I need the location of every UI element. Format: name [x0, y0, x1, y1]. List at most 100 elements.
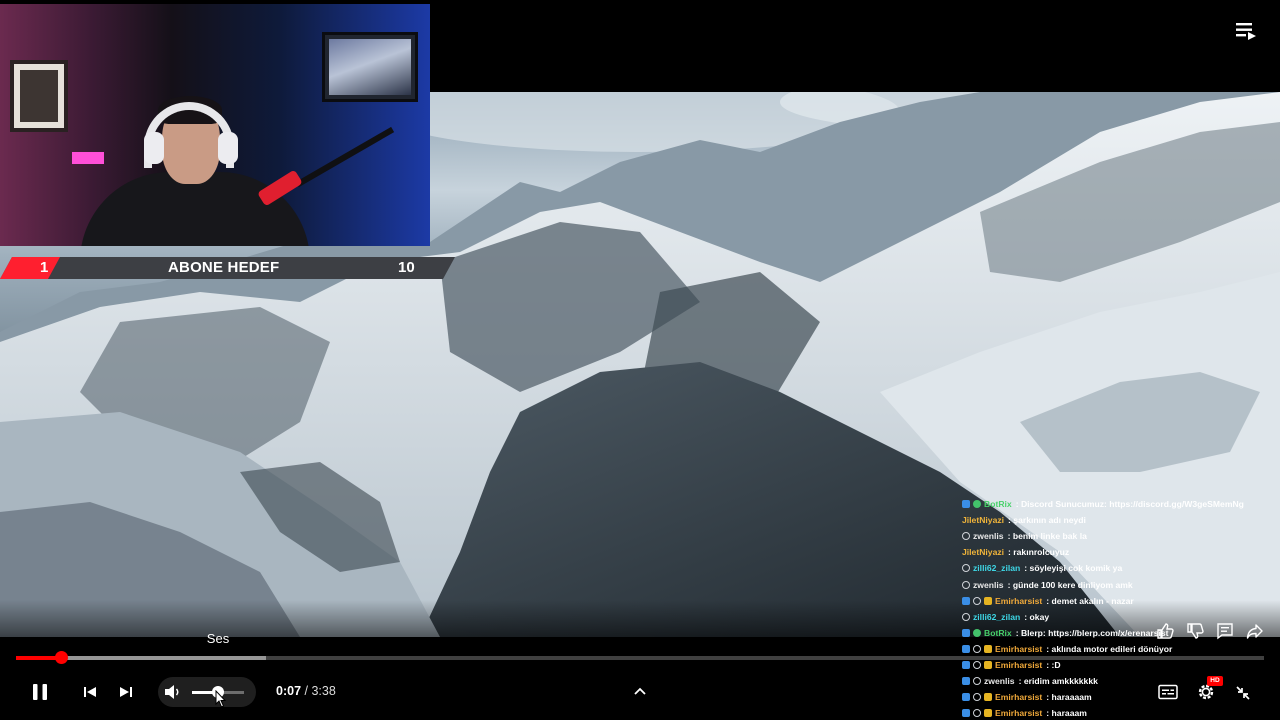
next-button[interactable] — [116, 680, 136, 704]
blue-badge-icon — [962, 709, 970, 718]
chat-text: : :D — [1046, 659, 1061, 670]
time-separator: / — [301, 684, 312, 698]
frame-photo — [20, 70, 58, 122]
chat-username[interactable]: zilli62_zilan — [973, 612, 1020, 622]
gold-badge-icon — [984, 644, 992, 653]
headphone-right-cup — [218, 132, 238, 164]
chat-text: : günde 100 kere dinliyom amk — [1007, 579, 1133, 590]
ring-badge-icon — [962, 532, 970, 541]
chat-overlay: BotRix: Discord Sunucumuz: https://disco… — [962, 496, 1272, 720]
ring-badge-icon — [962, 612, 970, 621]
chat-message: Emirharsist : aklında motor edileri dönüy… — [962, 641, 1272, 657]
dislike-icon[interactable] — [1186, 622, 1204, 640]
goal-current: 1 — [40, 259, 49, 276]
chat-username[interactable]: JiletNiyazi — [962, 547, 1004, 557]
video-player[interactable]: 1 ABONE HEDEF 10 BotRix: Discord Sunucum… — [0, 0, 1280, 720]
chat-username[interactable]: Emirharsist — [995, 692, 1042, 702]
webcam-overlay — [0, 4, 430, 246]
chat-message: zwenlis: benim linke bak la — [962, 528, 1272, 544]
chat-username[interactable]: zwenlis — [973, 531, 1004, 541]
playlist-icon — [1236, 23, 1256, 40]
comment-icon[interactable] — [1216, 622, 1234, 640]
ring-badge-icon — [962, 580, 970, 589]
chat-username[interactable]: zwenlis — [984, 676, 1015, 686]
pause-icon — [33, 684, 47, 700]
chat-username[interactable]: Emirharsist — [995, 660, 1042, 670]
blue-badge-icon — [962, 644, 970, 653]
chapters-button[interactable] — [632, 684, 648, 698]
progress-bar[interactable] — [16, 651, 1264, 664]
chat-username[interactable]: Emirharsist — [995, 644, 1042, 654]
chat-message: Emirharsist : demet akalın - nazar — [962, 593, 1272, 609]
gold-badge-icon — [984, 709, 992, 718]
tv-screen — [329, 39, 411, 95]
chat-text: : aklında motor edileri dönüyor — [1046, 643, 1173, 654]
green-badge-icon — [973, 628, 981, 637]
like-icon[interactable] — [1156, 622, 1174, 640]
ring-badge-icon — [973, 677, 981, 686]
captions-icon — [1158, 684, 1178, 700]
chat-username[interactable]: BotRix — [984, 628, 1012, 638]
chat-username[interactable]: BotRix — [984, 499, 1012, 509]
chat-message: BotRix: Discord Sunucumuz: https://disco… — [962, 496, 1272, 512]
time-display: 0:07 / 3:38 — [276, 684, 336, 698]
chat-text: : şarkının adı neydi — [1008, 515, 1086, 526]
chat-message: zwenlis: eridim amkkkkkkk — [962, 673, 1272, 689]
previous-icon — [84, 687, 96, 697]
chat-username[interactable]: JiletNiyazi — [962, 515, 1004, 525]
blue-badge-icon — [962, 693, 970, 702]
chat-message: JiletNiyazi : şarkının adı neydi — [962, 512, 1272, 528]
video-actions — [1144, 620, 1264, 642]
goal-title: ABONE HEDEF — [168, 259, 280, 276]
chat-message: zwenlis: günde 100 kere dinliyom amk — [962, 576, 1272, 592]
playlist-button[interactable] — [1234, 20, 1258, 42]
pink-light — [72, 152, 104, 164]
blue-badge-icon — [962, 628, 970, 637]
time-duration: 3:38 — [311, 684, 336, 698]
captions-button[interactable] — [1158, 684, 1178, 700]
exit-fullscreen-icon — [1236, 686, 1250, 700]
chevron-up-icon — [634, 687, 646, 695]
chat-text: : söyleyişi cok komik ya — [1024, 563, 1123, 574]
chat-text: : benim linke bak la — [1007, 531, 1087, 542]
progress-scrubber[interactable] — [54, 651, 68, 664]
chat-text: : demet akalın - nazar — [1046, 595, 1134, 606]
chat-text: : haraaam — [1046, 708, 1087, 719]
chat-username[interactable]: zwenlis — [973, 580, 1004, 590]
chat-username[interactable]: Emirharsist — [995, 596, 1042, 606]
blue-badge-icon — [962, 500, 970, 509]
subscriber-goal-bar: 1 ABONE HEDEF 10 — [0, 257, 455, 279]
blue-badge-icon — [962, 660, 970, 669]
green-badge-icon — [973, 500, 981, 509]
ring-badge-icon — [973, 693, 981, 702]
goal-target: 10 — [398, 259, 415, 276]
share-icon[interactable] — [1246, 622, 1264, 640]
chat-text: : rakınrolcuyuz — [1008, 547, 1070, 558]
chat-username[interactable]: zilli62_zilan — [973, 563, 1020, 573]
wall-picture-frame — [10, 60, 68, 132]
wall-tv — [322, 32, 418, 102]
ring-badge-icon — [973, 660, 981, 669]
blue-badge-icon — [962, 596, 970, 605]
chat-message: Emirharsist : haraaam — [962, 705, 1272, 720]
previous-button[interactable] — [80, 680, 100, 704]
mouse-cursor — [215, 690, 227, 708]
chat-text: : Discord Sunucumuz: https://discord.gg/… — [1015, 499, 1244, 510]
exit-fullscreen-button[interactable] — [1234, 684, 1252, 702]
chat-text: : haraaaam — [1046, 692, 1092, 703]
mute-button[interactable] — [164, 684, 182, 700]
chat-username[interactable]: Emirharsist — [995, 708, 1042, 718]
pause-button[interactable] — [28, 680, 52, 704]
mic-arm — [295, 126, 395, 188]
ring-badge-icon — [973, 644, 981, 653]
time-current: 0:07 — [276, 684, 302, 698]
volume-tooltip: Ses — [206, 631, 230, 646]
gold-badge-icon — [984, 660, 992, 669]
ring-badge-icon — [973, 709, 981, 718]
quality-badge: HD — [1207, 676, 1223, 686]
gold-badge-icon — [984, 596, 992, 605]
chat-message: Emirharsist : haraaaam — [962, 689, 1272, 705]
blue-badge-icon — [962, 677, 970, 686]
gold-badge-icon — [984, 693, 992, 702]
chat-text: : okay — [1024, 611, 1050, 622]
